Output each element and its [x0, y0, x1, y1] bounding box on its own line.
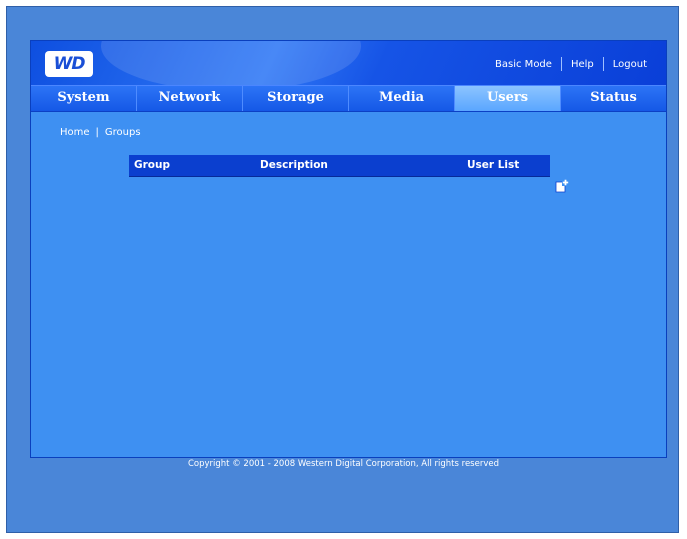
add-group-icon[interactable]	[555, 179, 569, 193]
basic-mode-link[interactable]: Basic Mode	[486, 59, 561, 70]
column-header-group: Group	[134, 159, 171, 171]
groups-table-header: Group Description User List	[129, 155, 550, 177]
top-links: Basic Mode Help Logout	[486, 57, 656, 71]
header-decoration	[101, 41, 361, 85]
tab-storage[interactable]: Storage	[243, 86, 349, 111]
page-frame: WD Basic Mode Help Logout System Network…	[6, 6, 679, 533]
copyright-footer: Copyright © 2001 - 2008 Western Digital …	[187, 459, 499, 469]
column-header-user-list: User List	[467, 159, 520, 171]
tab-users[interactable]: Users	[455, 86, 561, 111]
main-panel: WD Basic Mode Help Logout System Network…	[30, 40, 667, 458]
logout-link[interactable]: Logout	[604, 59, 656, 70]
nav-tabs: System Network Storage Media Users Statu…	[31, 85, 666, 112]
breadcrumb-home[interactable]: Home	[60, 127, 90, 138]
breadcrumb-separator: |	[95, 127, 99, 138]
wd-logo: WD	[45, 51, 93, 77]
tab-media[interactable]: Media	[349, 86, 455, 111]
breadcrumb-groups: Groups	[104, 127, 141, 138]
tab-system[interactable]: System	[31, 86, 137, 111]
header-bar: WD Basic Mode Help Logout	[31, 41, 666, 85]
breadcrumb: Home | Groups	[60, 127, 141, 138]
column-header-description: Description	[260, 159, 328, 171]
tab-network[interactable]: Network	[137, 86, 243, 111]
help-link[interactable]: Help	[562, 59, 603, 70]
tab-status[interactable]: Status	[561, 86, 666, 111]
